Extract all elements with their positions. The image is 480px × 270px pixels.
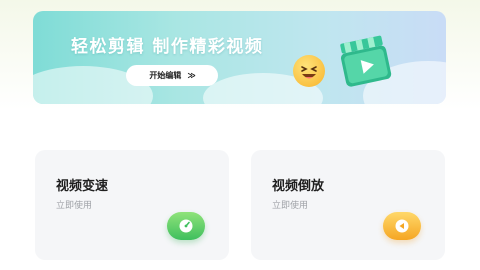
start-editing-button[interactable]: 开始编辑 ≫ [126,65,218,86]
banner-title: 轻松剪辑 制作精彩视频 [71,37,264,57]
card-title: 视频变速 [56,179,109,194]
video-clapper-icon [340,35,392,87]
hero-banner[interactable]: 轻松剪辑 制作精彩视频 开始编辑 ≫ [33,11,446,104]
start-editing-label: 开始编辑 [149,71,182,80]
card-subtitle: 立即使用 [56,201,93,211]
rewind-icon [383,212,421,240]
video-speed-card[interactable]: 视频变速 立即使用 [35,150,229,260]
speed-gauge-icon [167,212,205,240]
double-arrow-icon: ≫ [187,71,195,80]
card-subtitle: 立即使用 [272,201,309,211]
card-title: 视频倒放 [272,179,325,194]
laughing-emoji-icon [293,55,325,87]
video-reverse-card[interactable]: 视频倒放 立即使用 [251,150,445,260]
